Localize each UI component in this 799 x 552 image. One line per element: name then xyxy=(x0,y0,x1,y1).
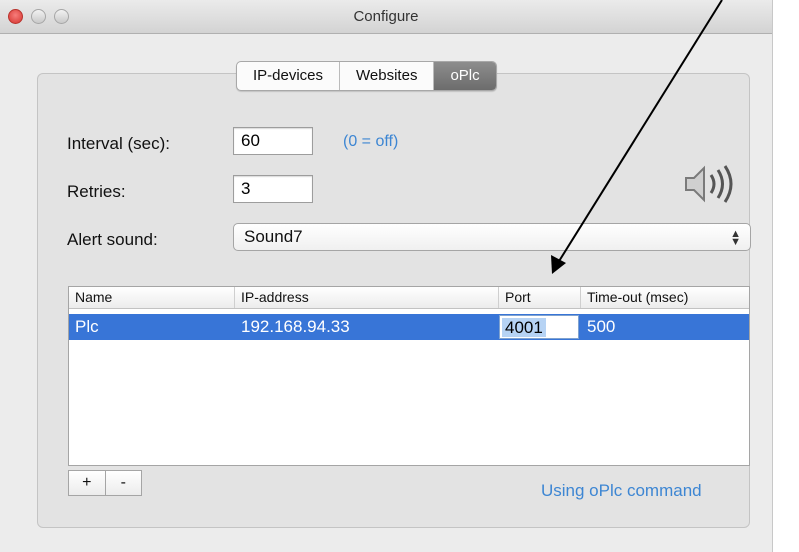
column-header-ip[interactable]: IP-address xyxy=(235,287,499,308)
interval-label: Interval (sec): xyxy=(67,134,170,153)
tab-websites[interactable]: Websites xyxy=(340,62,435,90)
column-header-name[interactable]: Name xyxy=(69,287,235,308)
window-title: Configure xyxy=(353,8,419,25)
cell-port: 4001 xyxy=(502,318,546,337)
cell-name: Plc xyxy=(75,317,99,336)
column-header-port[interactable]: Port xyxy=(499,287,581,308)
port-edit-field[interactable]: 4001 xyxy=(499,315,579,339)
cell-timeout: 500 xyxy=(587,317,616,336)
status-text: Using oPlc command xyxy=(541,481,702,500)
retries-label: Retries: xyxy=(67,182,126,201)
interval-field[interactable]: 60 xyxy=(233,127,313,155)
tab-oplc[interactable]: oPlc xyxy=(434,62,496,90)
retries-field[interactable]: 3 xyxy=(233,175,313,203)
table-header: Name IP-address Port Time-out (msec) xyxy=(69,287,749,309)
speaker-icon xyxy=(685,165,733,203)
tab-ip-devices[interactable]: IP-devices xyxy=(237,62,341,90)
interval-hint: (0 = off) xyxy=(343,133,399,150)
add-button[interactable]: + xyxy=(69,471,106,495)
alert-sound-value: Sound7 xyxy=(244,227,303,246)
configure-window: Configure IP-devices Websites oPlc Inter… xyxy=(0,0,773,552)
title-bar[interactable]: Configure xyxy=(0,0,772,34)
alert-sound-select[interactable]: Sound7 ▲ ▼ xyxy=(233,223,751,251)
device-table[interactable]: Name IP-address Port Time-out (msec) Plc… xyxy=(68,286,750,466)
alert-sound-label: Alert sound: xyxy=(67,230,158,249)
table-row[interactable]: Plc 192.168.94.33 4001 500 xyxy=(69,314,749,340)
cell-ip: 192.168.94.33 xyxy=(241,317,350,336)
chevron-updown-icon: ▲ ▼ xyxy=(730,228,741,248)
add-remove-control: + - xyxy=(68,470,142,496)
tab-bar: IP-devices Websites oPlc xyxy=(236,61,497,91)
column-header-timeout[interactable]: Time-out (msec) xyxy=(581,287,749,308)
remove-button[interactable]: - xyxy=(106,471,142,495)
